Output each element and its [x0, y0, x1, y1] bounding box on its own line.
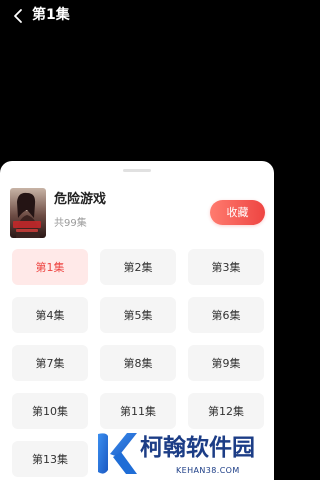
episode-item[interactable]: 第2集: [100, 249, 176, 285]
episode-item[interactable]: 第12集: [188, 393, 264, 429]
episode-sheet: 危险游戏 共99集 收藏 第1集 第2集 第3集 第4集 第5集 第6集 第7集…: [0, 161, 274, 480]
chevron-left-icon: [14, 9, 22, 23]
episode-count: 共99集: [54, 218, 87, 229]
back-button[interactable]: [9, 6, 27, 26]
episode-item[interactable]: 第9集: [188, 345, 264, 381]
favorite-button[interactable]: 收藏: [210, 200, 265, 225]
episode-item[interactable]: 第11集: [100, 393, 176, 429]
player-header: 第1集: [0, 0, 274, 32]
episode-item[interactable]: 第4集: [12, 297, 88, 333]
episode-item[interactable]: 第8集: [100, 345, 176, 381]
episode-item[interactable]: 第6集: [188, 297, 264, 333]
drama-title: 危险游戏: [54, 192, 107, 207]
drama-poster: [10, 188, 46, 238]
episode-item[interactable]: 第7集: [12, 345, 88, 381]
episode-item[interactable]: 第3集: [188, 249, 264, 285]
episode-title: 第1集: [32, 7, 70, 23]
episode-item[interactable]: 第10集: [12, 393, 88, 429]
episode-grid: 第1集 第2集 第3集 第4集 第5集 第6集 第7集 第8集 第9集 第10集…: [12, 249, 264, 477]
drag-handle[interactable]: [123, 169, 151, 172]
episode-item[interactable]: 第1集: [12, 249, 88, 285]
episode-item[interactable]: 第13集: [12, 441, 88, 477]
episode-item[interactable]: 第5集: [100, 297, 176, 333]
